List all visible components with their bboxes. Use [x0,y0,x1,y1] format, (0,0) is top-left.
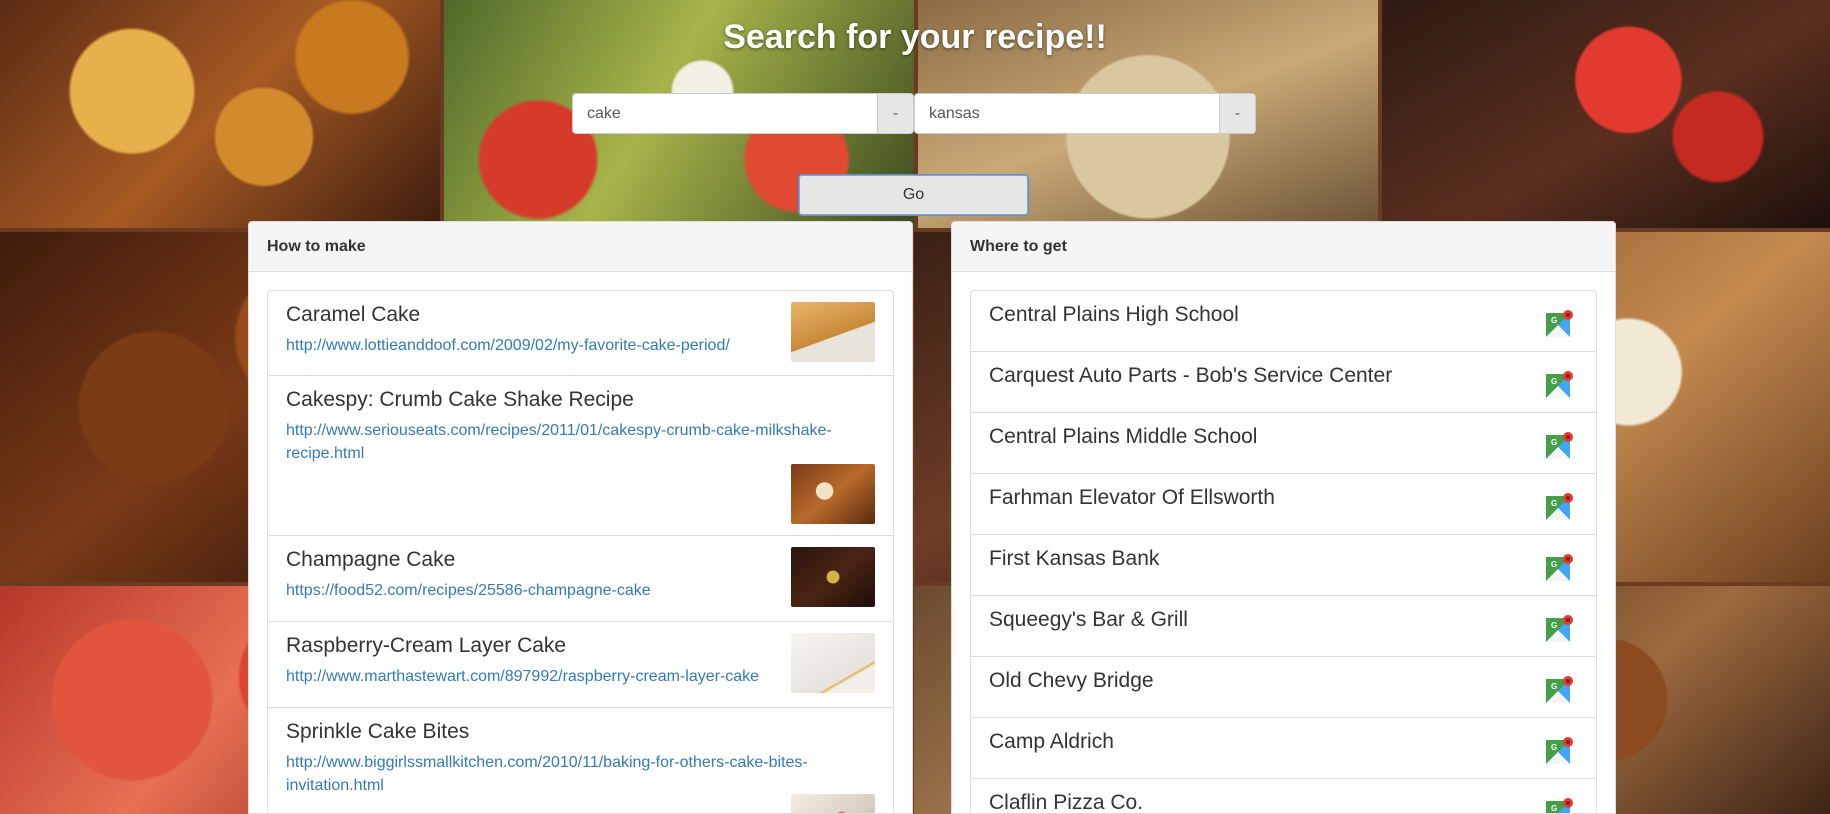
where-to-get-panel: Where to get Central Plains High School G… [951,221,1616,814]
place-item: Camp Aldrich G [971,718,1596,779]
place-item: Central Plains High School G [971,291,1596,352]
google-maps-icon[interactable]: G [1544,491,1574,521]
place-name: Old Chevy Bridge [989,669,1154,692]
recipe-title: Raspberry-Cream Layer Cake [286,634,567,657]
google-maps-icon[interactable]: G [1544,796,1574,814]
search-bar: - - [572,93,1256,134]
place-item: Claflin Pizza Co. G [971,779,1596,814]
place-list: Central Plains High School G Carquest Auto… [970,290,1597,814]
svg-text:G: G [1551,621,1557,630]
how-to-make-panel: How to make Caramel Cake http://www.lott… [248,221,913,814]
google-maps-icon[interactable]: G [1544,430,1574,460]
recipe-link[interactable]: http://www.lottieanddoof.com/2009/02/my-… [286,337,730,354]
google-maps-icon[interactable]: G [1544,674,1574,704]
recipe-item: Champagne Cake https://food52.com/recipe… [268,536,893,622]
recipe-thumbnail[interactable] [791,302,875,362]
recipe-title: Champagne Cake [286,548,456,571]
place-name: Camp Aldrich [989,730,1114,753]
place-name: Farhman Elevator Of Ellsworth [989,486,1275,509]
recipe-clear-button[interactable]: - [877,93,914,134]
recipe-item: Sprinkle Cake Bites http://www.biggirlss… [268,708,893,813]
svg-text:G: G [1551,804,1557,813]
recipe-search-input[interactable] [572,93,877,134]
recipe-input-group: - [572,93,914,134]
recipe-thumbnail[interactable] [791,633,875,693]
recipe-list: Caramel Cake http://www.lottieanddoof.co… [267,290,894,813]
recipe-item: Raspberry-Cream Layer Cake http://www.ma… [268,622,893,708]
location-input-group: - [914,93,1256,134]
how-to-make-heading: How to make [249,222,912,272]
place-name: Central Plains Middle School [989,425,1258,448]
place-name: Carquest Auto Parts - Bob's Service Cent… [989,364,1393,387]
place-item: Old Chevy Bridge G [971,657,1596,718]
svg-text:G: G [1551,377,1557,386]
place-item: Central Plains Middle School G [971,413,1596,474]
place-name: Squeegy's Bar & Grill [989,608,1188,631]
google-maps-icon[interactable]: G [1544,735,1574,765]
place-item: Farhman Elevator Of Ellsworth G [971,474,1596,535]
recipe-link[interactable]: https://food52.com/recipes/25586-champag… [286,582,651,599]
svg-text:G: G [1551,560,1557,569]
google-maps-icon[interactable]: G [1544,308,1574,338]
google-maps-icon[interactable]: G [1544,613,1574,643]
recipe-thumbnail[interactable] [791,547,875,607]
place-item: Squeegy's Bar & Grill G [971,596,1596,657]
svg-text:G: G [1551,682,1557,691]
page-title: Search for your recipe!! [723,18,1107,56]
recipe-title: Cakespy: Crumb Cake Shake Recipe [286,388,634,411]
google-maps-icon[interactable]: G [1544,552,1574,582]
go-button[interactable]: Go [799,175,1028,215]
where-to-get-heading: Where to get [952,222,1615,272]
recipe-link[interactable]: http://www.seriouseats.com/recipes/2011/… [286,419,875,465]
google-maps-icon[interactable]: G [1544,369,1574,399]
place-item: First Kansas Bank G [971,535,1596,596]
place-name: Claflin Pizza Co. [989,791,1144,814]
recipe-title: Caramel Cake [286,303,421,326]
svg-text:G: G [1551,499,1557,508]
svg-text:G: G [1551,316,1557,325]
recipe-item: Cakespy: Crumb Cake Shake Recipe http://… [268,376,893,536]
recipe-thumbnail[interactable] [791,794,875,813]
recipe-link[interactable]: http://www.marthastewart.com/897992/rasp… [286,668,759,685]
recipe-thumbnail[interactable] [791,464,875,524]
svg-text:G: G [1551,743,1557,752]
svg-text:G: G [1551,438,1557,447]
place-name: First Kansas Bank [989,547,1160,570]
place-name: Central Plains High School [989,303,1239,326]
location-clear-button[interactable]: - [1219,93,1256,134]
location-search-input[interactable] [914,93,1219,134]
place-item: Carquest Auto Parts - Bob's Service Cent… [971,352,1596,413]
recipe-title: Sprinkle Cake Bites [286,720,470,743]
recipe-item: Caramel Cake http://www.lottieanddoof.co… [268,291,893,376]
recipe-link[interactable]: http://www.biggirlssmallkitchen.com/2010… [286,751,875,797]
